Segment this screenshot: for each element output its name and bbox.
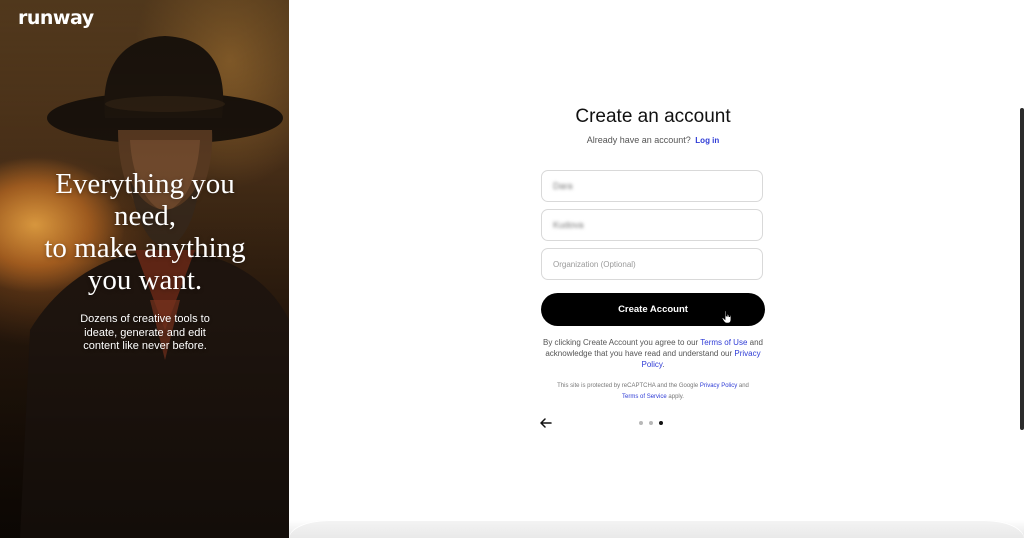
recaptcha-notice: This site is protected by reCAPTCHA and … (540, 381, 766, 403)
organization-placeholder: Organization (Optional) (553, 259, 636, 269)
hero-headline: Everything you need, to make anything yo… (44, 168, 246, 296)
recaptcha-suffix: apply. (668, 394, 684, 400)
runway-logo[interactable]: runway (18, 7, 94, 29)
recaptcha-prefix: This site is protected by reCAPTCHA and … (557, 383, 699, 389)
step-indicator (639, 421, 663, 425)
recaptcha-middle: and (738, 383, 749, 389)
login-link[interactable]: Log in (695, 136, 719, 145)
login-prompt: Already have an account? Log in (289, 135, 1017, 145)
page-title: Create an account (575, 106, 731, 127)
last-name-value: Kudova (553, 220, 584, 230)
signup-page: runway Everything you need, to make anyt… (0, 0, 1024, 538)
terms-notice: By clicking Create Account you agree to … (540, 337, 766, 370)
step-dot (639, 421, 643, 425)
scrollbar[interactable] (1020, 108, 1024, 430)
terms-prefix: By clicking Create Account you agree to … (543, 338, 699, 347)
google-terms-link[interactable]: Terms of Service (622, 394, 667, 400)
hero-subtext: Dozens of creative tools to ideate, gene… (80, 313, 210, 352)
bottom-edge (289, 520, 1024, 538)
form-panel: Create an account Already have an accoun… (289, 0, 1024, 538)
login-prompt-text: Already have an account? (586, 135, 691, 145)
hand-pointer-icon (721, 310, 732, 324)
terms-of-use-link[interactable]: Terms of Use (700, 338, 747, 347)
step-dot-active (659, 421, 663, 425)
first-name-value: Dara (553, 181, 573, 191)
arrow-left-icon[interactable] (540, 418, 552, 428)
terms-suffix: . (662, 360, 665, 369)
last-name-field[interactable]: Kudova (541, 209, 763, 241)
step-dot (649, 421, 653, 425)
first-name-field[interactable]: Dara (541, 170, 763, 202)
organization-field[interactable]: Organization (Optional) (541, 248, 763, 280)
hero-panel: runway Everything you need, to make anyt… (0, 0, 289, 538)
bottom-edge-curve (289, 520, 1024, 538)
google-privacy-link[interactable]: Privacy Policy (700, 383, 737, 389)
